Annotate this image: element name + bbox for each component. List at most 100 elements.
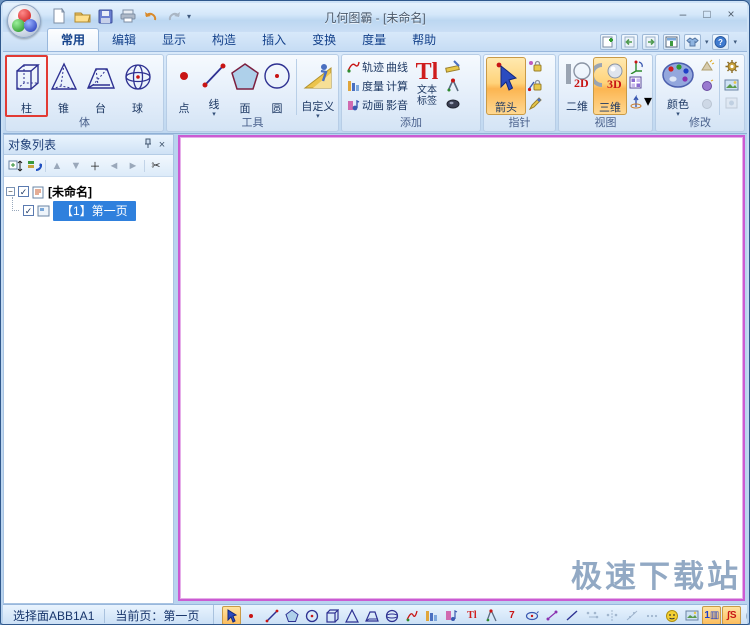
pencil-icon[interactable] [527, 96, 543, 111]
sort-refresh-icon[interactable] [26, 158, 42, 174]
point-button[interactable]: 点 [169, 57, 199, 115]
add-page-icon[interactable] [599, 34, 617, 50]
bt-translate-icon[interactable] [582, 606, 601, 624]
bt-reflect-icon[interactable] [602, 606, 621, 624]
maximize-button[interactable]: □ [699, 7, 715, 21]
close-button[interactable]: × [723, 7, 739, 21]
bt-smiley-icon[interactable] [662, 606, 681, 624]
line-dropdown-icon[interactable]: ▾ [212, 111, 216, 118]
custom-dropdown-icon[interactable]: ▾ [316, 113, 320, 120]
rotate-axes-icon[interactable] [628, 59, 644, 74]
bt-measure-icon[interactable] [422, 606, 441, 624]
view-3d-button[interactable]: 3D 三维 [590, 57, 627, 115]
bt-locus-icon[interactable] [402, 606, 421, 624]
texture-icon[interactable] [699, 96, 715, 111]
bt-line-icon[interactable] [262, 606, 281, 624]
bt-text-icon[interactable]: Tl [462, 606, 481, 624]
bt-scale-icon[interactable] [622, 606, 641, 624]
prev-page-icon[interactable] [620, 34, 638, 50]
move-down-icon[interactable]: ▼ [68, 158, 84, 174]
media-button[interactable]: 影音 [386, 97, 408, 113]
bt-protractor-icon[interactable]: 7 [502, 606, 521, 624]
grid-view-icon[interactable] [628, 75, 644, 90]
tab-edit[interactable]: 编辑 [99, 29, 149, 51]
move-left-icon[interactable]: ◄ [106, 158, 122, 174]
bt-arrow-icon[interactable] [222, 606, 242, 624]
tab-measure[interactable]: 度量 [349, 29, 399, 51]
circle-button[interactable]: 圆 [261, 57, 293, 115]
lock-object-icon[interactable] [527, 78, 543, 93]
window-layout-icon[interactable] [662, 34, 680, 50]
prism-button[interactable]: 柱 [5, 55, 48, 117]
bt-rotate-icon[interactable] [522, 606, 541, 624]
axis-icon[interactable] [628, 94, 644, 109]
bt-segment-icon[interactable] [562, 606, 581, 624]
bt-calculator-icon[interactable]: 1▥ [702, 606, 722, 624]
animation-button[interactable]: 动画 [362, 97, 384, 113]
next-page-icon[interactable] [641, 34, 659, 50]
tree-row-document[interactable]: − ✓ [未命名] [6, 182, 171, 201]
material-icon[interactable] [699, 59, 715, 74]
style-skin-icon[interactable] [683, 34, 701, 50]
tab-display[interactable]: 显示 [149, 29, 199, 51]
style-dropdown-icon[interactable]: ▾ [705, 38, 709, 46]
cut-icon[interactable]: ✂ [148, 158, 164, 174]
bt-face-icon[interactable] [282, 606, 301, 624]
tree-row-page[interactable]: ✓ 【1】第一页 [6, 197, 171, 221]
page-checkbox[interactable]: ✓ [23, 205, 34, 216]
curve-button[interactable]: 曲线 [386, 59, 408, 75]
bt-transform-icon[interactable] [542, 606, 561, 624]
sphere-button[interactable]: 球 [119, 57, 156, 115]
tab-transform[interactable]: 变换 [299, 29, 349, 51]
bt-point-icon[interactable] [242, 606, 261, 624]
tab-insert[interactable]: 插入 [249, 29, 299, 51]
text-label-button[interactable]: Tl 文本 标签 [410, 57, 444, 115]
pin-icon[interactable] [141, 138, 155, 152]
app-orb-button[interactable] [7, 4, 41, 38]
move-up-icon[interactable]: ▲ [49, 158, 65, 174]
arrow-pointer-button[interactable]: 箭头 [486, 57, 526, 115]
compass-tool-icon[interactable] [445, 78, 461, 93]
effect-icon[interactable] [724, 96, 740, 111]
bt-prism-icon[interactable] [322, 606, 341, 624]
add-item-icon[interactable]: ＋ [87, 158, 103, 174]
move-right-icon[interactable]: ► [125, 158, 141, 174]
bt-iterate-icon[interactable] [642, 606, 661, 624]
scene-image-icon[interactable] [724, 78, 740, 93]
line-button[interactable]: 线 ▾ [199, 57, 229, 118]
bt-animation-icon[interactable] [442, 606, 461, 624]
calc-button[interactable]: 计算 [386, 78, 408, 94]
bt-integral-icon[interactable]: ∫S [722, 606, 742, 624]
frustum-button[interactable]: 台 [82, 57, 119, 115]
minimize-button[interactable]: – [675, 7, 691, 21]
locus-button[interactable]: 轨迹 [362, 59, 384, 75]
collapse-icon[interactable]: − [6, 187, 15, 196]
help-dropdown-icon[interactable]: ▾ [733, 38, 737, 46]
view-2d-button[interactable]: 2D 二维 [561, 57, 593, 115]
bt-globe-icon[interactable] [742, 606, 747, 624]
tab-home[interactable]: 常用 [47, 28, 100, 51]
cone-button[interactable]: 锥 [45, 57, 82, 115]
view-dropdown-icon[interactable]: ▾ [644, 91, 652, 111]
settings-gear-icon[interactable] [724, 59, 740, 74]
color-dropdown-icon[interactable]: ▾ [676, 111, 680, 118]
tab-help[interactable]: 帮助 [399, 29, 449, 51]
custom-button[interactable]: 自定义 ▾ [300, 57, 336, 120]
bt-scene-icon[interactable] [682, 606, 701, 624]
sphere-style-icon[interactable] [699, 78, 715, 93]
drawing-canvas[interactable] [178, 135, 745, 601]
bt-frustum-icon[interactable] [362, 606, 381, 624]
lock-point-icon[interactable] [527, 59, 543, 74]
measure-button[interactable]: 度量 [362, 78, 384, 94]
bt-circle-icon[interactable] [302, 606, 321, 624]
face-button[interactable]: 面 [229, 57, 261, 115]
bt-sphere-icon[interactable] [382, 606, 401, 624]
document-checkbox[interactable]: ✓ [18, 186, 29, 197]
ruler-tool-icon[interactable] [445, 59, 461, 74]
help-icon[interactable]: ? [712, 34, 730, 50]
tab-construct[interactable]: 构造 [199, 29, 249, 51]
bt-compass-icon[interactable] [482, 606, 501, 624]
conic-tool-icon[interactable] [445, 96, 461, 111]
panel-close-icon[interactable]: × [155, 139, 169, 151]
expand-tree-icon[interactable] [7, 158, 23, 174]
